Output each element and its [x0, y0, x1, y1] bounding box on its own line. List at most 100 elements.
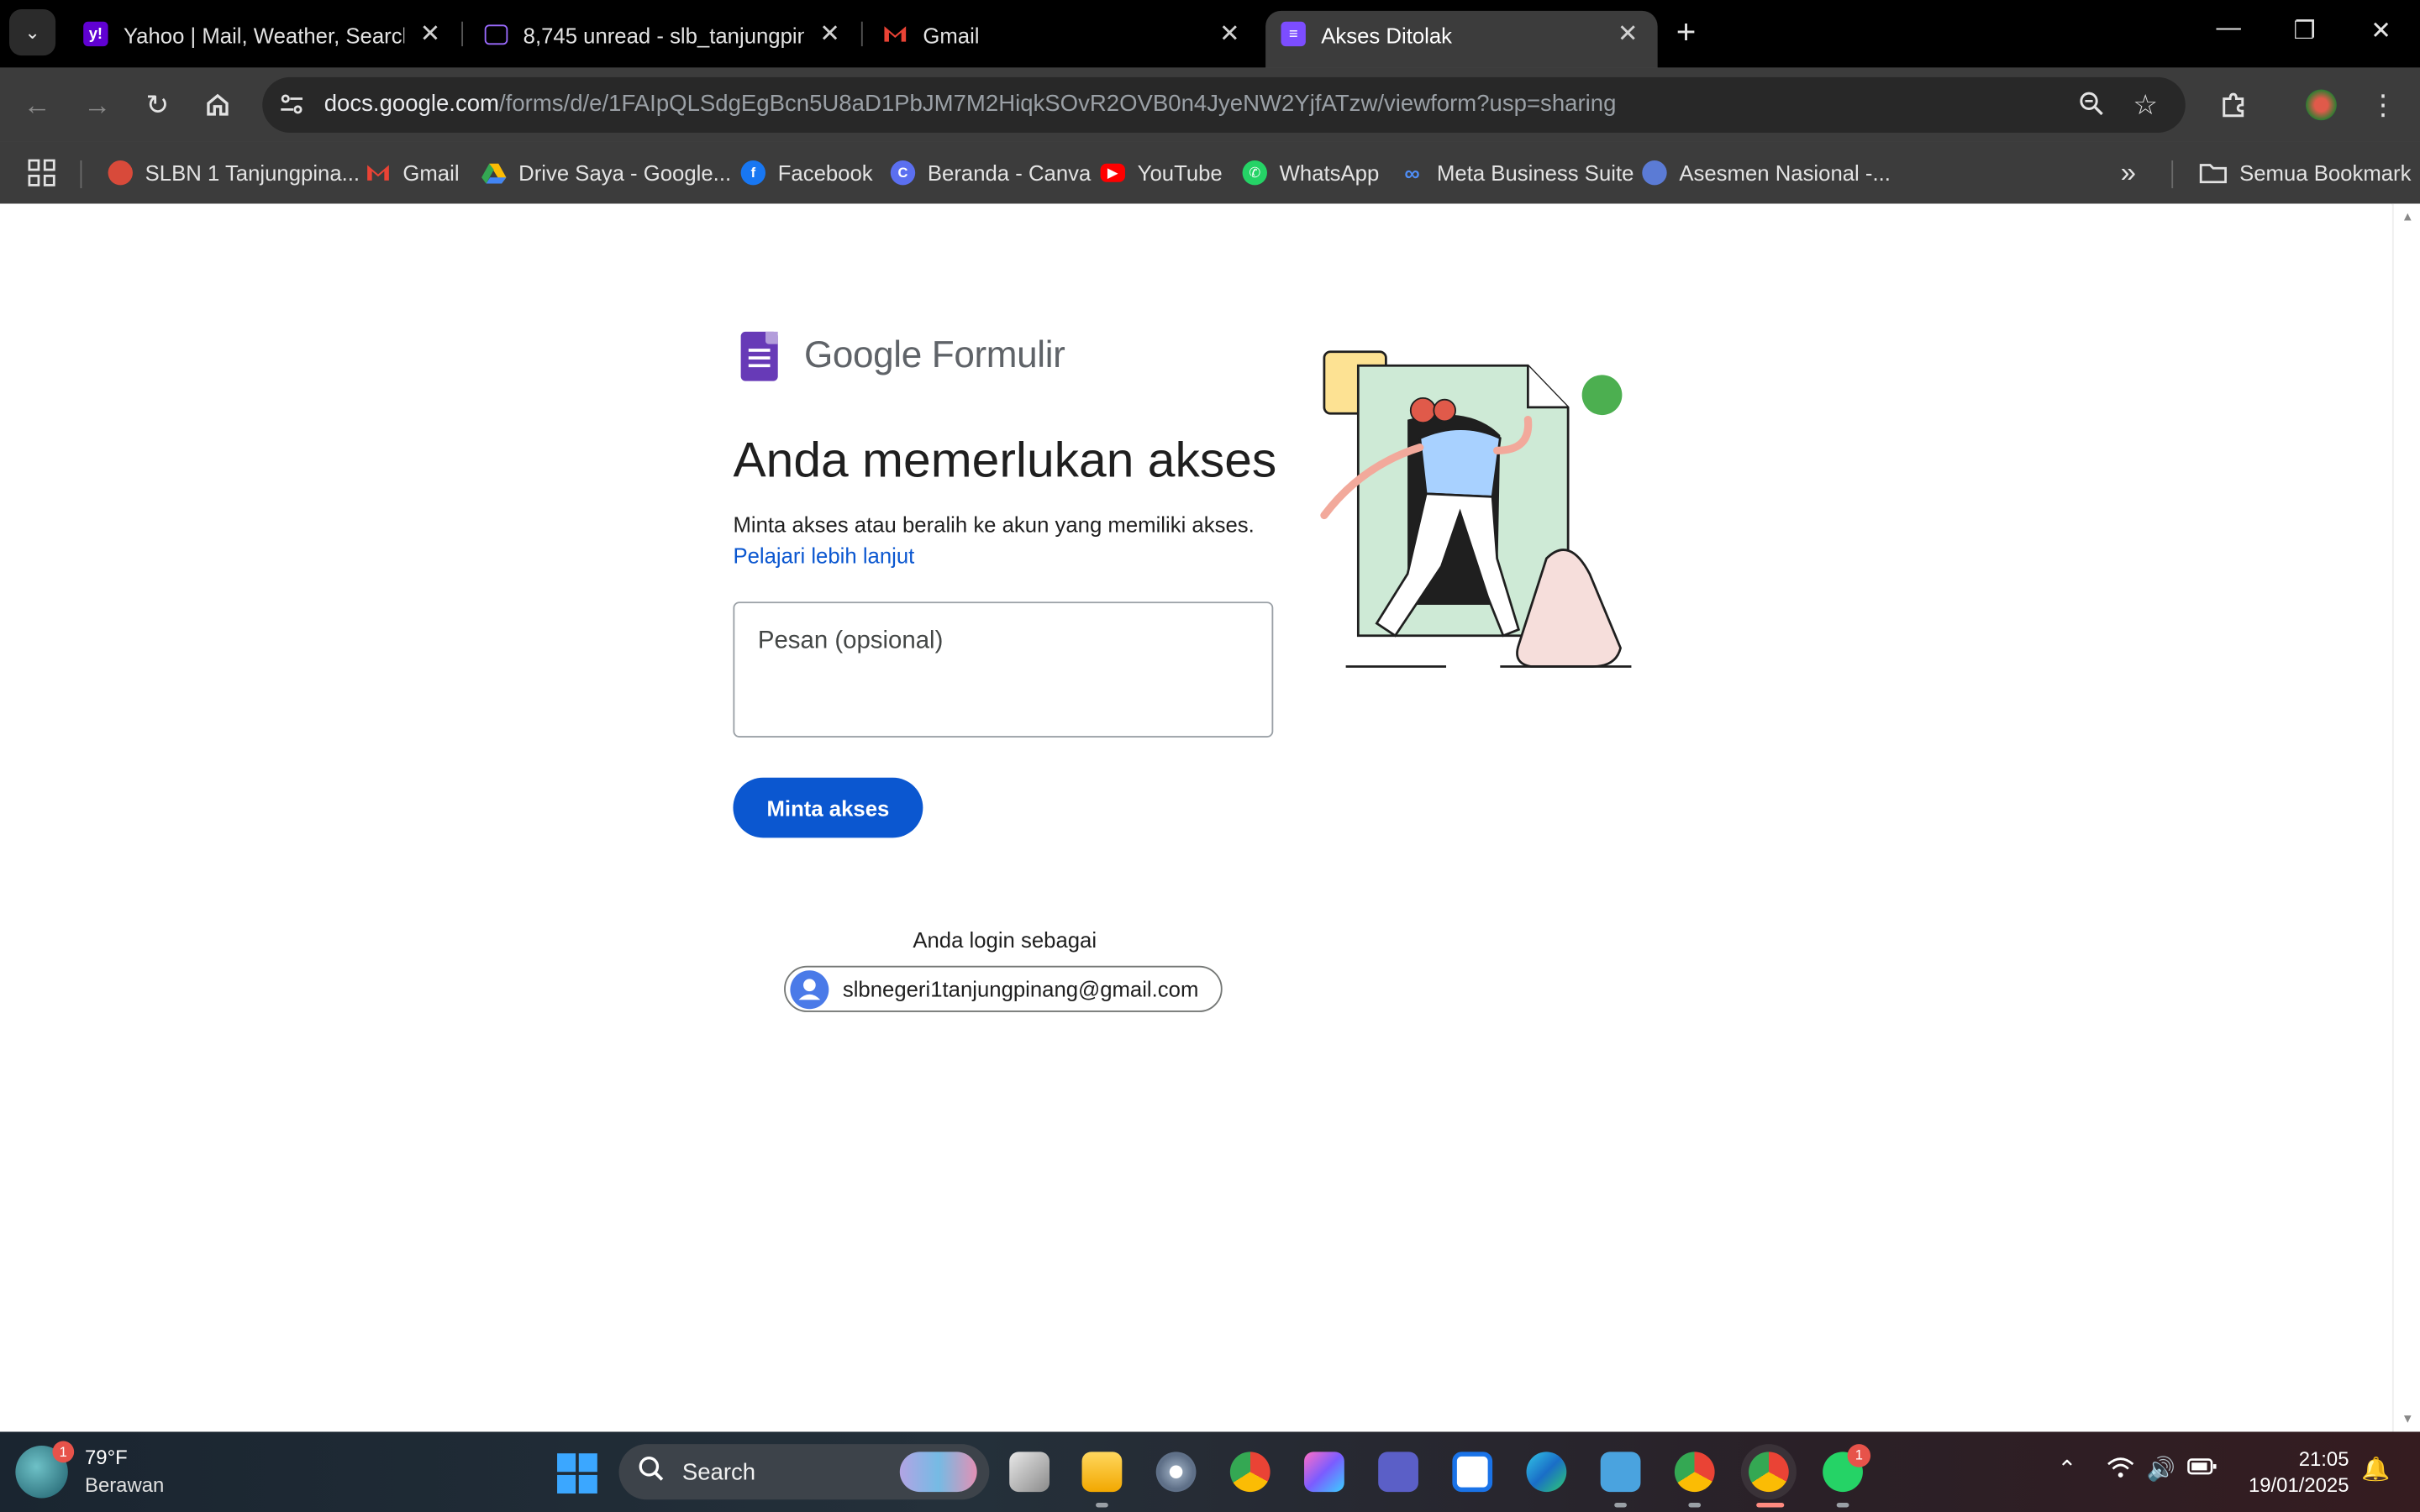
- bookmark-asesmen[interactable]: Asesmen Nasional -...: [1642, 156, 1891, 190]
- url-path: /forms/d/e/1FAIpQLSdgEgBcn5U8aD1PbJM7M2H…: [499, 91, 1617, 118]
- chevron-down-icon: ⌄: [24, 21, 40, 44]
- star-icon[interactable]: ☆: [2133, 90, 2158, 123]
- tab-title: Akses Ditolak: [1321, 23, 1453, 48]
- bookmark-label: WhatsApp: [1279, 160, 1380, 186]
- close-icon[interactable]: ✕: [1219, 18, 1240, 50]
- close-icon[interactable]: ✕: [420, 18, 441, 50]
- reload-icon: ↻: [145, 88, 170, 120]
- bookmark-canva[interactable]: C Beranda - Canva: [890, 156, 1092, 190]
- bookmark-label: Meta Business Suite: [1437, 160, 1634, 186]
- address-bar[interactable]: docs.google.com/forms/d/e/1FAIpQLSdgEgBc…: [262, 76, 2186, 133]
- bookmark-label: Beranda - Canva: [927, 160, 1092, 186]
- battery-icon[interactable]: [2187, 1455, 2218, 1483]
- message-input[interactable]: [733, 601, 1274, 738]
- account-chip[interactable]: slbnegeri1tanjungpinang@gmail.com: [784, 965, 1223, 1012]
- extensions-button[interactable]: [2215, 87, 2252, 123]
- tab-mail[interactable]: 8,745 unread - slb_tanjungpinang ✕: [468, 11, 854, 68]
- bookmark-facebook[interactable]: f Facebook: [740, 156, 873, 190]
- notifications-icon[interactable]: 🔔: [2361, 1455, 2390, 1483]
- asesmen-icon: [1642, 160, 1667, 186]
- bookmark-label: Facebook: [777, 160, 873, 186]
- menu-button[interactable]: ⋮: [2365, 87, 2402, 123]
- screen: ⌄ y! Yahoo | Mail, Weather, Search, P ✕ …: [0, 0, 2420, 1512]
- page-content: Google Formulir Anda memerlukan akses Mi…: [0, 203, 2392, 1432]
- search-highlight-icon: [899, 1452, 977, 1493]
- all-bookmarks-button[interactable]: Semua Bookmark: [2199, 156, 2411, 190]
- edge-icon[interactable]: [1526, 1452, 1567, 1493]
- minimize-button[interactable]: —: [2217, 15, 2241, 43]
- scroll-up-icon[interactable]: ▲: [2402, 210, 2414, 224]
- task-view-icon[interactable]: [1009, 1452, 1050, 1493]
- tab-search-button[interactable]: ⌄: [9, 9, 56, 56]
- canva-icon: C: [890, 160, 916, 186]
- weather-temp[interactable]: 79°F: [85, 1446, 128, 1469]
- yahoo-icon: y!: [83, 21, 108, 47]
- tab-yahoo[interactable]: y! Yahoo | Mail, Weather, Search, P ✕: [68, 11, 454, 68]
- close-icon[interactable]: ✕: [819, 18, 840, 50]
- chrome-profile-icon[interactable]: [1674, 1452, 1715, 1493]
- wifi-icon[interactable]: [2107, 1455, 2134, 1486]
- windows-logo-icon: [557, 1453, 576, 1473]
- close-icon[interactable]: ✕: [1618, 18, 1639, 50]
- bookmark-slbn[interactable]: SLBN 1 Tanjungpina...: [108, 156, 360, 190]
- person-icon: [798, 979, 821, 1000]
- start-button[interactable]: [557, 1453, 597, 1494]
- tab-akses-ditolak[interactable]: ≡ Akses Ditolak ✕: [1265, 10, 1658, 68]
- new-tab-button[interactable]: +: [1676, 14, 1697, 49]
- scroll-down-icon[interactable]: ▼: [2402, 1412, 2414, 1426]
- whatsapp-icon: ✆: [1242, 160, 1267, 186]
- tab-gmail[interactable]: Gmail ✕: [867, 11, 1253, 68]
- bookmark-meta[interactable]: ∞ Meta Business Suite: [1400, 156, 1634, 190]
- volume-icon[interactable]: 🔊: [2147, 1455, 2175, 1483]
- close-window-button[interactable]: ✕: [2370, 15, 2391, 46]
- forward-button[interactable]: →: [79, 87, 116, 123]
- restore-button[interactable]: ❐: [2293, 15, 2315, 46]
- site-info-icon[interactable]: [278, 91, 306, 118]
- search-icon: [638, 1455, 666, 1490]
- url-text[interactable]: docs.google.com/forms/d/e/1FAIpQLSdgEgBc…: [324, 91, 1617, 117]
- running-indicator: [1688, 1502, 1702, 1508]
- zoom-icon[interactable]: [2077, 90, 2105, 125]
- tab-title: Yahoo | Mail, Weather, Search, P: [123, 23, 404, 48]
- home-button[interactable]: [199, 87, 236, 123]
- notepad-icon[interactable]: [1600, 1452, 1641, 1493]
- system-clock[interactable]: 21:05 19/01/2025: [2241, 1446, 2349, 1498]
- apps-button[interactable]: [28, 156, 55, 190]
- chrome-icon[interactable]: [1229, 1452, 1270, 1493]
- url-host: docs.google.com: [324, 91, 500, 118]
- logo-text: Google Formulir: [804, 335, 1065, 378]
- weather-condition[interactable]: Berawan: [85, 1473, 164, 1497]
- brand-google: Google: [803, 334, 922, 377]
- chevron-up-icon[interactable]: ⌃: [2057, 1455, 2076, 1483]
- running-indicator: [1836, 1502, 1849, 1508]
- bookmark-label: Gmail: [402, 160, 460, 186]
- page-scrollbar[interactable]: ▲ ▼: [2391, 203, 2420, 1432]
- store-icon[interactable]: [1452, 1452, 1493, 1493]
- bookmark-whatsapp[interactable]: ✆ WhatsApp: [1242, 156, 1380, 190]
- taskbar-search[interactable]: Search: [618, 1444, 990, 1500]
- back-button[interactable]: ←: [18, 87, 55, 123]
- gmail-icon: [883, 22, 908, 46]
- arrow-left-icon: ←: [23, 88, 51, 120]
- school-crest-icon: [108, 160, 133, 186]
- file-explorer-icon[interactable]: [1081, 1452, 1123, 1493]
- teams-icon[interactable]: [1378, 1452, 1418, 1493]
- chrome-active-icon[interactable]: [1749, 1452, 1789, 1493]
- learn-more-link[interactable]: Pelajari lebih lanjut: [733, 543, 914, 568]
- more-bookmarks-button[interactable]: »: [2121, 156, 2136, 190]
- request-access-button[interactable]: Minta akses: [733, 777, 923, 838]
- arrow-right-icon: →: [83, 88, 112, 120]
- access-denied-illustration: [1320, 350, 1632, 668]
- bookmark-drive[interactable]: Drive Saya - Google...: [481, 156, 731, 190]
- bookmark-gmail[interactable]: Gmail: [366, 156, 460, 190]
- clock-date: 19/01/2025: [2248, 1473, 2349, 1497]
- reload-button[interactable]: ↻: [139, 87, 176, 123]
- bookmark-youtube[interactable]: ▶ YouTube: [1100, 156, 1223, 190]
- brand-product: Formulir: [931, 334, 1065, 377]
- bookmark-label: SLBN 1 Tanjungpina...: [145, 160, 360, 186]
- google-forms-icon: [740, 331, 778, 381]
- copilot-icon[interactable]: [1304, 1452, 1344, 1493]
- bookmark-label: Asesmen Nasional -...: [1679, 160, 1891, 186]
- settings-gear-icon[interactable]: [1155, 1452, 1197, 1493]
- profile-button[interactable]: [2302, 87, 2339, 123]
